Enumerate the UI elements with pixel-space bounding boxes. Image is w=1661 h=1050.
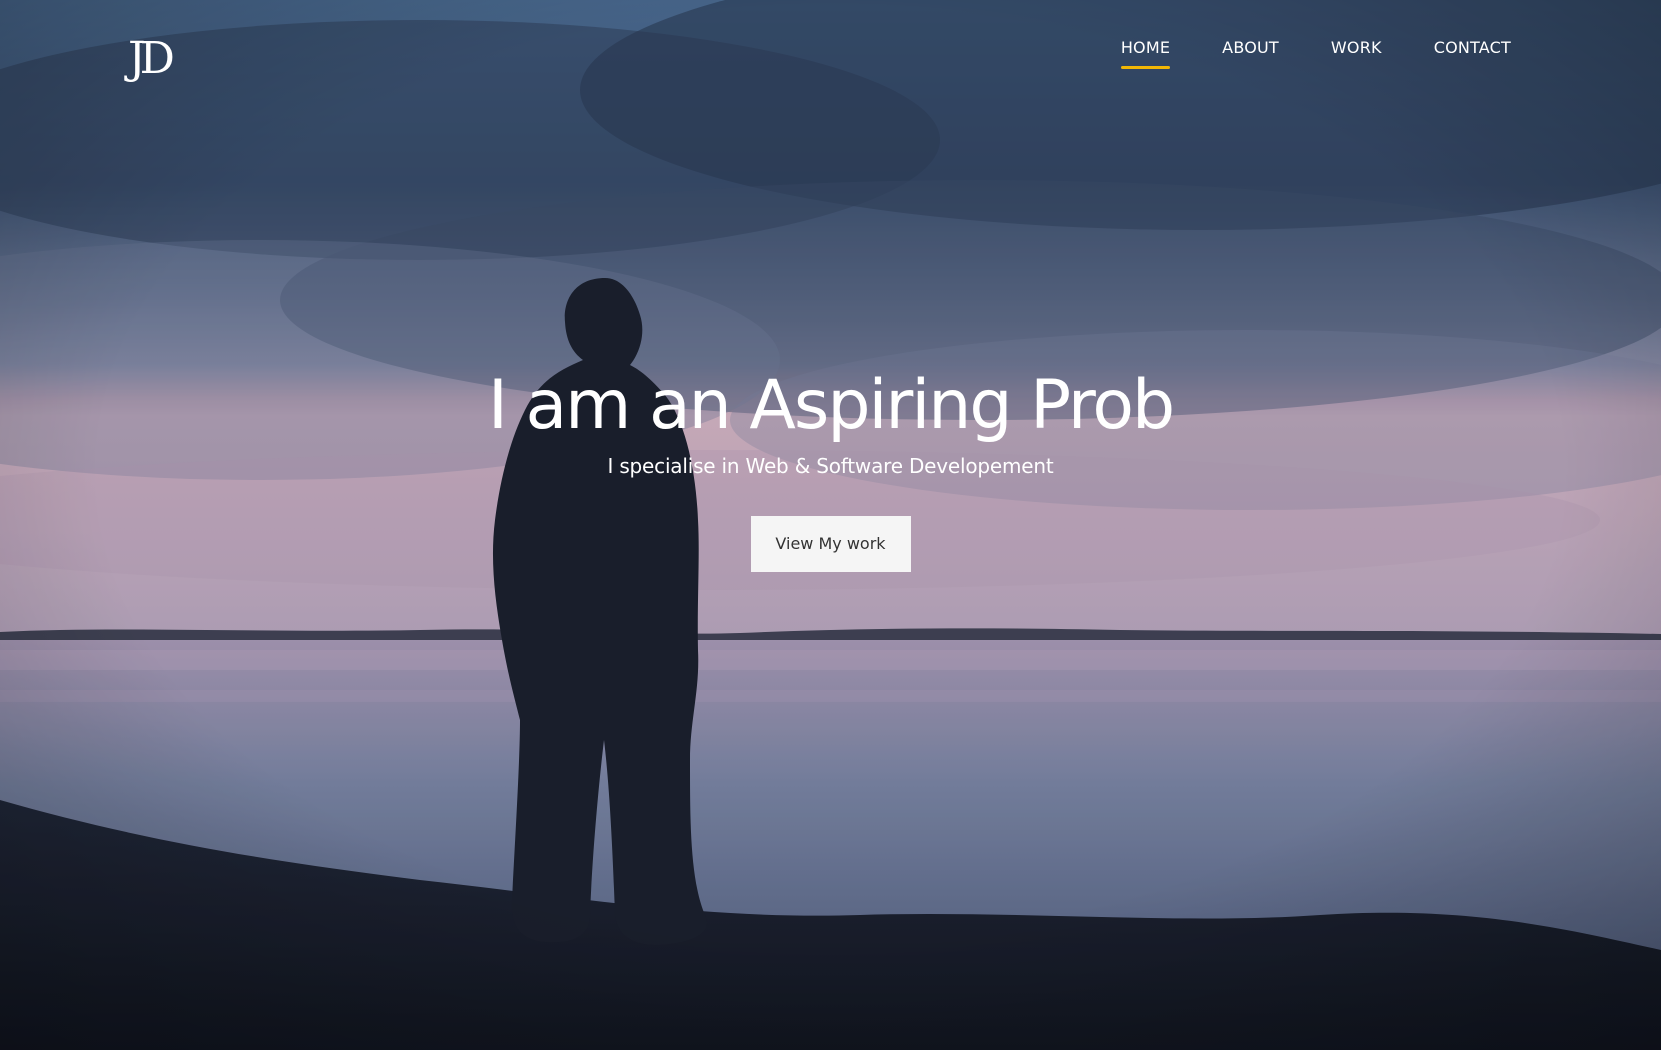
nav-about[interactable]: ABOUT [1222,38,1279,69]
nav-work[interactable]: WORK [1331,38,1382,69]
view-my-work-button[interactable]: View My work [750,516,911,572]
nav-contact[interactable]: CONTACT [1434,38,1511,69]
hero-subtitle: I specialise in Web & Software Developem… [607,454,1054,478]
nav-home[interactable]: HOME [1120,38,1171,69]
main-nav: HOME ABOUT WORK CONTACT [1120,38,1511,69]
hero-section: I am an Aspiring Prob I specialise in We… [0,372,1661,572]
site-logo[interactable]: JD [128,28,175,88]
top-navigation-bar: JD HOME ABOUT WORK CONTACT [0,0,1661,110]
landing-page: JD HOME ABOUT WORK CONTACT I am an Aspir… [0,0,1661,1050]
hero-headline: I am an Aspiring Prob [487,366,1175,445]
